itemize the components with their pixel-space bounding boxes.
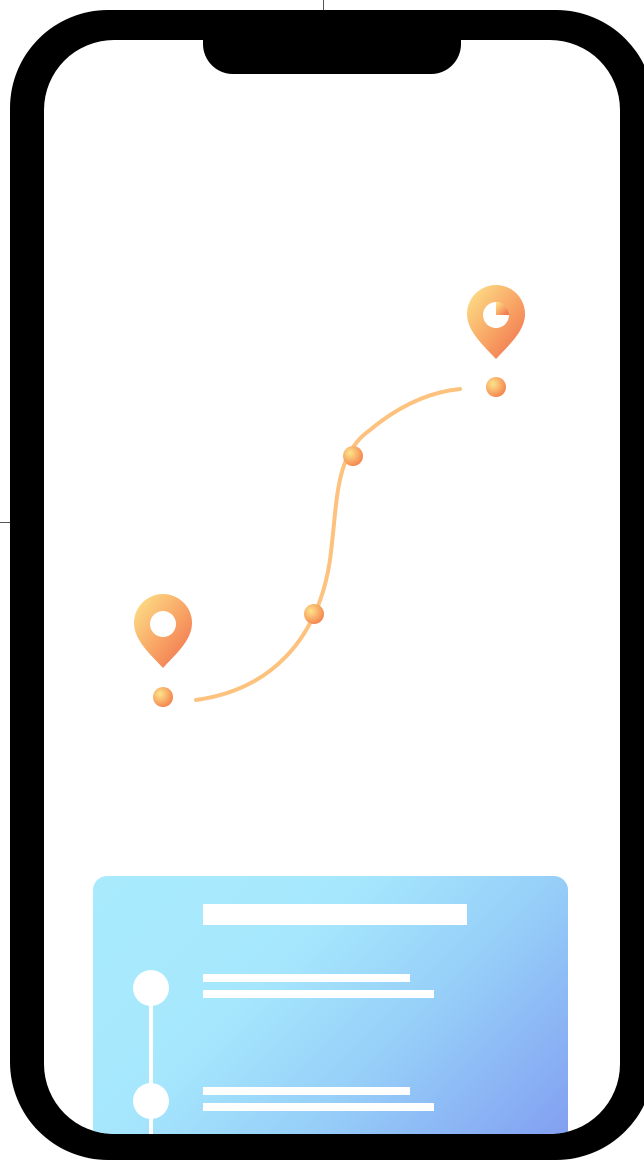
route-waypoint-2 bbox=[343, 446, 363, 466]
route-start-dot bbox=[153, 687, 173, 707]
route-path bbox=[194, 387, 462, 702]
map-pin-end-icon[interactable] bbox=[467, 285, 525, 359]
route-end-dot bbox=[486, 377, 506, 397]
route-map bbox=[134, 285, 525, 707]
map-pin-start-icon[interactable] bbox=[134, 593, 193, 668]
route-waypoint-1 bbox=[304, 604, 324, 624]
